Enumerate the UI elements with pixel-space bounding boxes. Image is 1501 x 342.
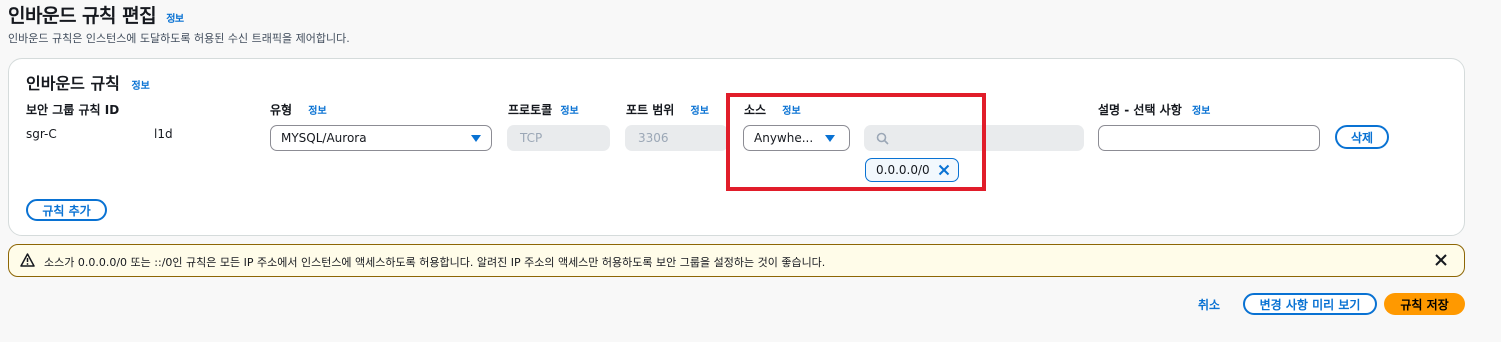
save-rules-button[interactable]: 규칙 저장	[1384, 293, 1465, 315]
type-info-link[interactable]: 정보	[308, 106, 326, 117]
delete-rule-button[interactable]: 삭제	[1335, 125, 1389, 149]
add-rule-button[interactable]: 규칙 추가	[26, 199, 107, 221]
column-header-rule-id: 보안 그룹 규칙 ID	[26, 103, 120, 117]
port-range-field: 3306	[625, 125, 728, 151]
column-header-description: 설명 - 선택 사항 정보	[1098, 103, 1211, 117]
preview-changes-button[interactable]: 변경 사항 미리 보기	[1243, 293, 1377, 315]
type-select-value: MYSQL/Aurora	[281, 131, 367, 145]
page-info-link[interactable]: 정보	[166, 14, 184, 25]
rule-id-prefix: sgr-C	[26, 127, 57, 141]
warning-message: 소스가 0.0.0.0/0 또는 ::/0인 규칙은 모든 IP 주소에서 인스…	[44, 256, 826, 269]
warning-icon	[20, 253, 35, 267]
page-description: 인바운드 규칙은 인스턴스에 도달하도록 허용된 수신 트래픽을 제어합니다.	[8, 32, 350, 45]
chevron-down-icon	[471, 134, 481, 142]
cancel-button[interactable]: 취소	[1198, 296, 1220, 313]
panel-info-link[interactable]: 정보	[131, 81, 149, 92]
description-input[interactable]	[1098, 125, 1320, 151]
column-header-protocol: 프로토콜 정보	[508, 103, 579, 117]
protocol-field: TCP	[507, 125, 610, 151]
column-header-type: 유형 정보	[270, 103, 327, 117]
column-header-port-range: 포트 범위 정보	[626, 103, 709, 117]
description-info-link[interactable]: 정보	[1192, 106, 1210, 117]
page-title: 인바운드 규칙 편집 정보	[8, 5, 184, 27]
port-info-link[interactable]: 정보	[691, 106, 709, 117]
panel-title: 인바운드 규칙 정보	[26, 74, 150, 93]
protocol-info-link[interactable]: 정보	[560, 106, 578, 117]
source-highlight-box	[726, 93, 986, 191]
type-select[interactable]: MYSQL/Aurora	[270, 125, 492, 151]
close-icon[interactable]	[1434, 253, 1448, 267]
rule-id-suffix: l1d	[154, 127, 173, 141]
